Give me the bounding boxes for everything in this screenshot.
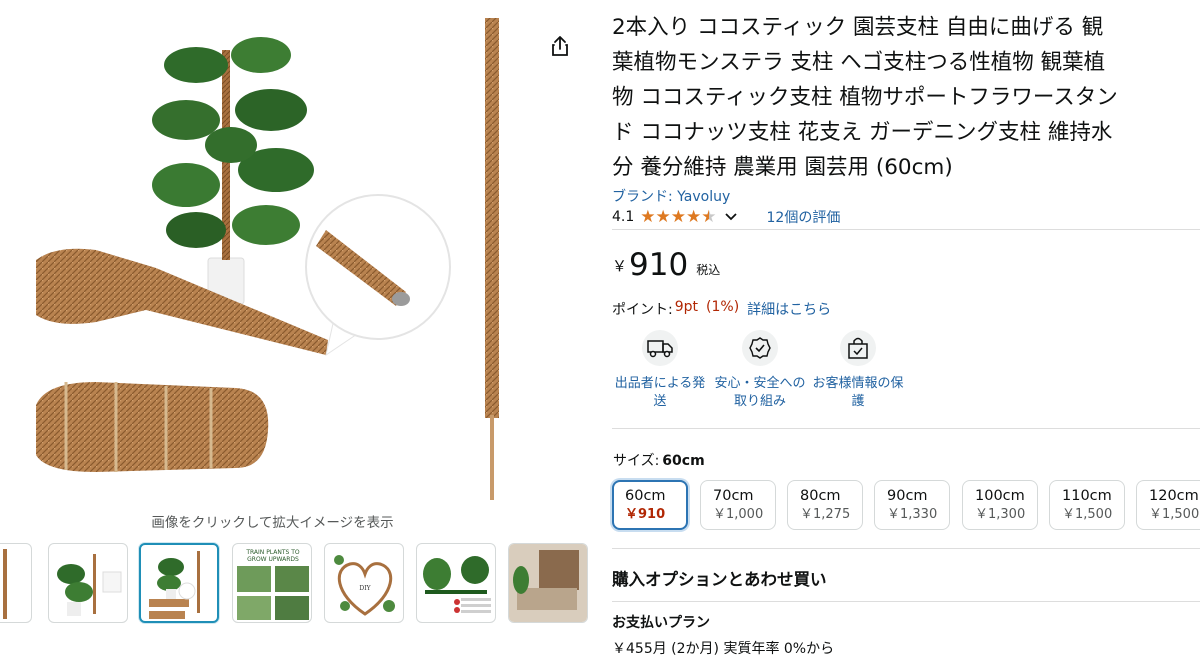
- star-icon: ★: [655, 206, 671, 227]
- zoom-caption: 画像をクリックして拡大イメージを表示: [151, 515, 394, 531]
- size-option-100cm[interactable]: 100cm ￥1,300: [962, 480, 1038, 530]
- divider: [612, 601, 1200, 602]
- product-title-line: 分 養分維持 農業用 園芸用 (60cm): [612, 155, 953, 180]
- feature-label: 安心・安全への: [714, 376, 806, 391]
- tall-coco-stick: [485, 18, 499, 500]
- size-option-80cm[interactable]: 80cm ￥1,275: [787, 480, 863, 530]
- svg-text:TRAIN PLANTS TO: TRAIN PLANTS TO: [245, 549, 300, 556]
- stick-closeup: [36, 248, 328, 472]
- rating-row: 4.1 ★★★★★ 12個の評価: [612, 207, 840, 227]
- size-option-name: 120cm: [1149, 488, 1199, 504]
- review-count-link[interactable]: 12個の評価: [767, 207, 841, 227]
- svg-text:GROW UPWARDS: GROW UPWARDS: [247, 556, 299, 563]
- main-product-image[interactable]: [36, 10, 584, 500]
- thumbnail-2[interactable]: [48, 543, 128, 623]
- size-option-price: ￥1,330: [887, 507, 938, 522]
- price-value: 910: [629, 247, 689, 283]
- star-icon: ★: [701, 206, 717, 227]
- chevron-down-icon[interactable]: [724, 210, 737, 225]
- zoom-bubble: [305, 194, 451, 357]
- points-row: ポイント: 9pt (1%) 詳細はこちら: [612, 299, 831, 319]
- size-label-text: サイズ:: [613, 453, 660, 469]
- product-title-line: ド ココナッツ支柱 花支え ガーデニング支柱 維持水: [612, 120, 1113, 145]
- feature-safety[interactable]: 安心・安全への 取り組み: [710, 330, 810, 411]
- size-selected-value: 60cm: [662, 453, 705, 469]
- buy-options-heading: 購入オプションとあわせ買い: [612, 570, 827, 589]
- product-title-line: 2本入り ココスティック 園芸支柱 自由に曲げる 観: [612, 15, 1104, 40]
- star-icon: ★: [670, 206, 687, 227]
- size-option-70cm[interactable]: 70cm ￥1,000: [700, 480, 776, 530]
- thumbnail-5[interactable]: DIY: [324, 543, 404, 623]
- points-details-link[interactable]: 詳細はこちら: [747, 299, 831, 319]
- thumbnail-4[interactable]: TRAIN PLANTS TO GROW UPWARDS: [232, 543, 312, 623]
- monstera-plant: [152, 37, 314, 305]
- size-option-60cm[interactable]: 60cm ￥910: [612, 480, 688, 530]
- size-option-110cm[interactable]: 110cm ￥1,500: [1049, 480, 1125, 530]
- size-option-90cm[interactable]: 90cm ￥1,330: [874, 480, 950, 530]
- star-icon: ★: [640, 206, 656, 227]
- size-option-price: ￥1,300: [975, 507, 1026, 522]
- feature-seller-shipping[interactable]: 出品者による発送: [610, 330, 710, 411]
- feature-privacy[interactable]: お客様情報の保護: [808, 330, 908, 411]
- size-option-name: 70cm: [713, 488, 754, 504]
- size-option-price: ￥910: [625, 507, 666, 522]
- size-option-price: ￥1,275: [800, 507, 851, 522]
- size-option-price: ￥1,000: [713, 507, 764, 522]
- brand-link[interactable]: ブランド: Yavoluy: [612, 186, 730, 206]
- size-option-name: 100cm: [975, 488, 1025, 504]
- product-title-line: 物 ココスティック支柱 植物サポートフラワースタン: [612, 85, 1118, 110]
- feature-label: 護: [851, 394, 865, 409]
- thumbnail-3[interactable]: [139, 543, 219, 623]
- payment-plan-heading: お支払いプラン: [612, 615, 710, 631]
- size-option-price: ￥1,500: [1149, 507, 1200, 522]
- product-title-line: 葉植物モンステラ 支柱 ヘゴ支柱つる性植物 観葉植: [612, 50, 1106, 75]
- divider: [612, 548, 1200, 549]
- points-value: 9pt: [674, 299, 699, 315]
- thumbnail-1[interactable]: [0, 543, 32, 623]
- feature-label: 出品者による発: [614, 376, 706, 391]
- size-option-name: 110cm: [1062, 488, 1112, 504]
- star-icon: ★: [686, 206, 702, 227]
- star-rating[interactable]: ★★★★★: [640, 206, 717, 227]
- divider: [612, 428, 1200, 429]
- points-label: ポイント:: [612, 302, 673, 318]
- svg-text:DIY: DIY: [359, 585, 371, 592]
- truck-icon: [642, 330, 678, 366]
- divider: [612, 229, 1200, 230]
- payment-plan-line: ￥455月 (2か月) 実質年率 0%から: [612, 641, 835, 657]
- size-label: サイズ: 60cm: [613, 450, 705, 470]
- feature-label: お客様情報の保: [812, 376, 904, 391]
- share-icon: [552, 36, 568, 56]
- rating-value: 4.1: [612, 209, 635, 225]
- share-button[interactable]: [546, 32, 574, 60]
- points-percent: (1%): [706, 299, 740, 315]
- size-option-name: 90cm: [887, 488, 928, 504]
- size-option-120cm[interactable]: 120cm ￥1,500: [1136, 480, 1200, 530]
- price-row: ￥ 910 税込: [612, 245, 720, 285]
- feature-label: 取り組み: [733, 394, 786, 409]
- badge-check-icon: [742, 330, 778, 366]
- price-currency: ￥: [612, 257, 628, 275]
- feature-label: 送: [653, 394, 667, 409]
- size-option-price: ￥1,500: [1062, 507, 1113, 522]
- size-option-name: 80cm: [800, 488, 841, 504]
- thumbnail-6[interactable]: [416, 543, 496, 623]
- product-title: 2本入り ココスティック 園芸支柱 自由に曲げる 観 葉植物モンステラ 支柱 ヘ…: [612, 10, 1200, 185]
- tax-label: 税込: [696, 263, 721, 277]
- size-option-name: 60cm: [625, 488, 666, 504]
- thumbnail-7[interactable]: [508, 543, 588, 623]
- image-gallery: 画像をクリックして拡大イメージを表示 TRAIN PLANTS TO GROW …: [0, 0, 600, 660]
- lock-bag-icon: [840, 330, 876, 366]
